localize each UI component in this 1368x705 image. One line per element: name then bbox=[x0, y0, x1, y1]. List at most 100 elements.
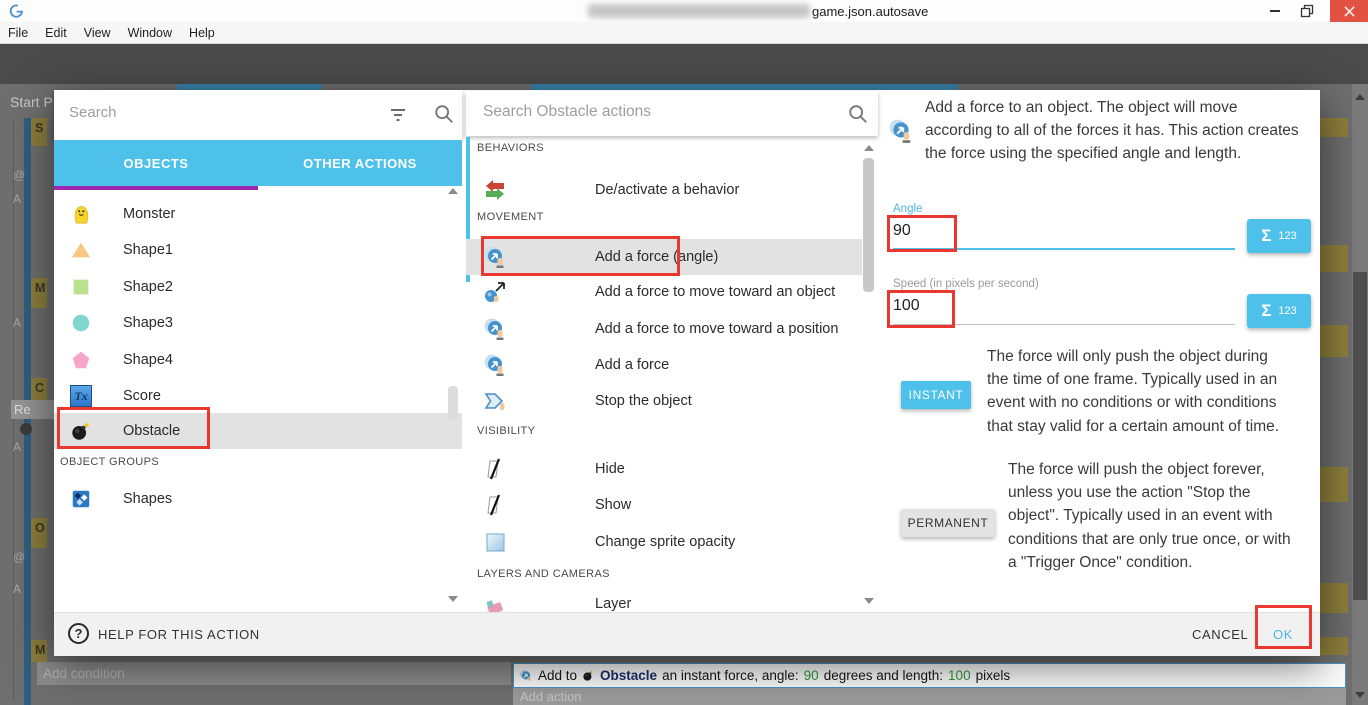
force-icon bbox=[483, 353, 507, 377]
scroll-up-arrow[interactable] bbox=[1355, 94, 1365, 100]
section-header-behaviors: BEHAVIORS bbox=[477, 142, 544, 154]
behavior-icon bbox=[483, 178, 507, 202]
opacity-icon bbox=[483, 530, 507, 554]
object-label: Shape4 bbox=[123, 352, 173, 368]
object-row-obstacle-selected[interactable]: Obstacle bbox=[54, 413, 462, 449]
restore-icon bbox=[1300, 4, 1314, 18]
scrollbar-thumb[interactable] bbox=[863, 158, 874, 292]
menu-edit[interactable]: Edit bbox=[45, 26, 67, 40]
selected-action-row[interactable]: Add to Obstacle an instant force, angle:… bbox=[513, 663, 1346, 688]
instant-button[interactable]: INSTANT bbox=[901, 381, 971, 409]
speed-field-value[interactable]: 100 bbox=[893, 297, 1223, 315]
object-row-shape1[interactable]: Shape1 bbox=[54, 232, 462, 268]
object-row-shape3[interactable]: Shape3 bbox=[54, 305, 462, 341]
object-group-icon bbox=[70, 488, 92, 510]
close-icon bbox=[1344, 6, 1355, 17]
action-row-layer[interactable]: Layer bbox=[466, 594, 862, 612]
window-title: game.json.autosave bbox=[812, 4, 928, 19]
hide-icon bbox=[483, 457, 507, 481]
action-label: Add a force (angle) bbox=[595, 249, 718, 265]
cancel-button[interactable]: CANCEL bbox=[1192, 627, 1248, 642]
object-row-monster[interactable]: Monster bbox=[54, 196, 462, 232]
action-row-stop-object[interactable]: Stop the object bbox=[466, 383, 862, 419]
scrollbar-thumb[interactable] bbox=[448, 386, 458, 420]
menu-file[interactable]: File bbox=[8, 26, 28, 40]
event-header: C bbox=[31, 378, 47, 400]
add-action-placeholder[interactable]: Add action bbox=[513, 688, 1346, 705]
add-condition-placeholder[interactable]: Add condition bbox=[37, 662, 511, 685]
minimize-button[interactable] bbox=[1262, 0, 1288, 22]
bomb-icon bbox=[582, 669, 595, 682]
event-add-stub: A bbox=[13, 582, 21, 596]
menu-help[interactable]: Help bbox=[189, 26, 215, 40]
event-header: O bbox=[31, 518, 47, 548]
close-button[interactable] bbox=[1330, 0, 1368, 22]
object-row-score[interactable]: Tx Score bbox=[54, 378, 462, 414]
tab-other-actions[interactable]: OTHER ACTIONS bbox=[258, 140, 462, 186]
search-icon[interactable] bbox=[847, 103, 869, 125]
scroll-down-arrow[interactable] bbox=[448, 596, 458, 602]
action-label: Hide bbox=[595, 461, 625, 477]
scroll-down-arrow[interactable] bbox=[1355, 692, 1365, 698]
action-row-hide[interactable]: Hide bbox=[466, 451, 862, 487]
event-header-edge bbox=[1320, 325, 1348, 357]
force-icon bbox=[483, 317, 507, 341]
permanent-button[interactable]: PERMANENT bbox=[901, 509, 995, 537]
event-add-stub: A bbox=[13, 440, 21, 454]
action-row-show[interactable]: Show bbox=[466, 487, 862, 523]
object-search-input[interactable] bbox=[67, 103, 371, 122]
object-label: Shape1 bbox=[123, 242, 173, 258]
sigma-icon: Σ bbox=[1261, 226, 1271, 246]
action-text-1: an instant force, angle: bbox=[662, 668, 799, 683]
object-row-shape2[interactable]: Shape2 bbox=[54, 269, 462, 305]
help-for-action-link[interactable]: HELP FOR THIS ACTION bbox=[98, 627, 260, 642]
blurred-title-path bbox=[588, 4, 810, 18]
ok-button[interactable]: OK bbox=[1273, 627, 1293, 642]
scroll-up-arrow[interactable] bbox=[864, 145, 874, 151]
instant-description-line: event with no conditions or with conditi… bbox=[987, 394, 1277, 417]
scrollbar-thumb[interactable] bbox=[1353, 272, 1367, 600]
event-add-stub: A bbox=[13, 316, 21, 330]
menu-view[interactable]: View bbox=[84, 26, 111, 40]
circle-icon bbox=[70, 312, 92, 334]
event-header-edge bbox=[1320, 467, 1348, 502]
section-header-layers: LAYERS AND CAMERAS bbox=[477, 568, 610, 580]
filter-icon[interactable] bbox=[388, 105, 408, 125]
angle-expression-button[interactable]: Σ 123 bbox=[1247, 219, 1311, 253]
group-row-shapes[interactable]: Shapes bbox=[54, 481, 462, 517]
action-angle-value: 90 bbox=[804, 668, 819, 683]
action-label: Add a force bbox=[595, 357, 669, 373]
force-icon bbox=[519, 669, 533, 683]
object-row-shape4[interactable]: Shape4 bbox=[54, 342, 462, 378]
action-search-input[interactable] bbox=[481, 102, 825, 122]
force-toward-object-icon bbox=[483, 280, 507, 304]
search-icon[interactable] bbox=[433, 103, 455, 125]
scroll-down-arrow[interactable] bbox=[864, 598, 874, 604]
event-header: M bbox=[31, 278, 47, 308]
action-row-add-force[interactable]: Add a force bbox=[466, 347, 862, 383]
permanent-description-line: unless you use the action "Stop the bbox=[1008, 484, 1250, 507]
start-page-tab[interactable]: Start P bbox=[10, 94, 54, 110]
instant-description-line: The force will only push the object duri… bbox=[987, 348, 1268, 371]
stop-object-icon bbox=[483, 389, 507, 413]
action-row-add-force-angle-selected[interactable]: Add a force (angle) bbox=[466, 239, 862, 275]
action-row-force-toward-object[interactable]: Add a force to move toward an object bbox=[466, 274, 862, 310]
action-object-name: Obstacle bbox=[600, 668, 657, 683]
layer-icon bbox=[483, 596, 507, 612]
help-icon: ? bbox=[68, 623, 89, 644]
menu-window[interactable]: Window bbox=[128, 26, 172, 40]
action-row-force-toward-position[interactable]: Add a force to move toward a position bbox=[466, 311, 862, 347]
scroll-up-arrow[interactable] bbox=[448, 188, 458, 194]
angle-field-value[interactable]: 90 bbox=[893, 222, 1223, 240]
tab-objects[interactable]: OBJECTS bbox=[54, 140, 258, 186]
action-row-deactivate-behavior[interactable]: De/activate a behavior bbox=[466, 172, 862, 208]
group-label: Shapes bbox=[123, 491, 172, 507]
action-label: Add a force to move toward a position bbox=[595, 321, 838, 337]
action-row-change-opacity[interactable]: Change sprite opacity bbox=[466, 524, 862, 560]
object-tabs: OBJECTS OTHER ACTIONS bbox=[54, 140, 462, 186]
event-header: M bbox=[31, 640, 47, 662]
title-bar: game.json.autosave bbox=[0, 0, 1368, 22]
pentagon-icon bbox=[70, 349, 92, 371]
active-tab-underline bbox=[54, 186, 258, 190]
restore-button[interactable] bbox=[1294, 0, 1320, 22]
